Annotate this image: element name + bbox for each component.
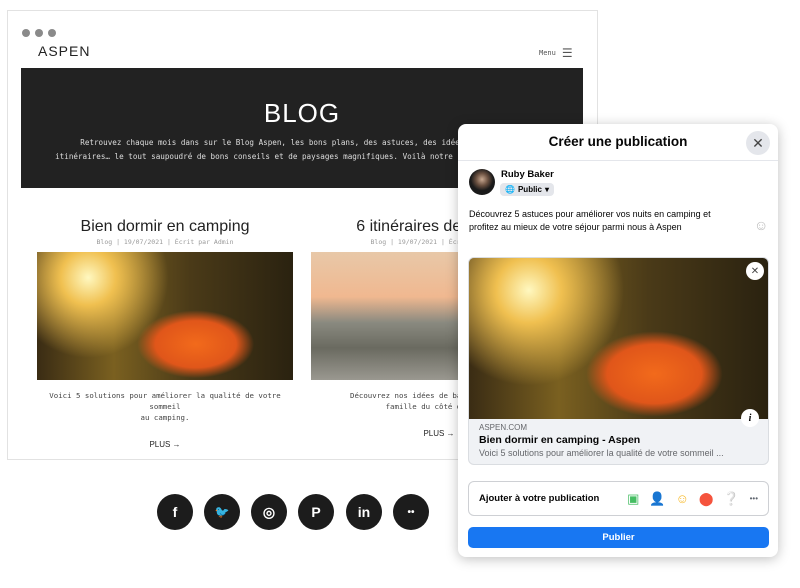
window-dot [22, 29, 30, 37]
user-name: Ruby Baker [501, 169, 554, 180]
window-dot [35, 29, 43, 37]
link-desc: Voici 5 solutions pour améliorer la qual… [479, 448, 724, 458]
add-to-post-bar: Ajouter à votre publication ▣ 👤 ☺ ⬤ ❔ ••… [468, 481, 769, 516]
post-image[interactable] [37, 252, 293, 380]
globe-icon: 🌐 [505, 185, 515, 194]
post-desc: Voici 5 solutions pour améliorer la qual… [49, 391, 281, 422]
link-title: Bien dormir en camping - Aspen [479, 434, 641, 446]
close-button[interactable]: ✕ [746, 131, 770, 155]
menu-label: Menu [539, 49, 556, 57]
post-meta: Blog | 19/07/2021 | Écrit par Admin [96, 238, 234, 246]
linkedin-icon[interactable]: in [346, 494, 382, 530]
question-icon[interactable]: ❔ [723, 491, 739, 507]
flickr-icon[interactable]: •• [393, 494, 429, 530]
audience-label: Public [517, 185, 542, 194]
window-dot [48, 29, 56, 37]
emoji-icon[interactable]: ☺ [754, 217, 768, 233]
photo-icon[interactable]: ▣ [627, 491, 639, 507]
close-icon: ✕ [752, 134, 764, 151]
publish-button[interactable]: Publier [468, 527, 769, 548]
location-icon[interactable]: ⬤ [699, 491, 714, 507]
post-card: Bien dormir en camping Blog | 19/07/2021… [37, 218, 293, 449]
more-link[interactable]: PLUS → [37, 440, 293, 449]
link-preview[interactable]: ✕ i ASPEN.COM Bien dormir en camping - A… [468, 257, 769, 465]
tag-people-icon[interactable]: 👤 [649, 491, 665, 507]
remove-preview-button[interactable]: ✕ [746, 262, 764, 280]
menu-button[interactable]: Menu ☰ [539, 46, 573, 60]
post-text-input[interactable]: Découvrez 5 astuces pour améliorer vos n… [469, 208, 711, 233]
create-post-dialog: Créer une publication ✕ Ruby Baker 🌐 Publ… [458, 124, 778, 557]
dialog-title: Créer une publication [548, 134, 688, 149]
hamburger-icon: ☰ [561, 46, 573, 60]
post-title[interactable]: Bien dormir en camping [37, 218, 293, 236]
feeling-icon[interactable]: ☺ [676, 491, 689, 506]
more-icon[interactable]: ••• [750, 494, 758, 503]
instagram-icon[interactable]: ◎ [251, 494, 287, 530]
site-logo[interactable]: ASPEN [38, 43, 90, 59]
close-icon: ✕ [750, 265, 760, 277]
facebook-icon[interactable]: f [157, 494, 193, 530]
caret-down-icon: ▾ [544, 185, 549, 194]
preview-image [469, 258, 768, 419]
twitter-icon[interactable]: 🐦 [204, 494, 240, 530]
info-icon[interactable]: i [741, 409, 759, 427]
avatar [469, 169, 495, 195]
link-domain: ASPEN.COM [479, 423, 528, 432]
audience-selector[interactable]: 🌐 Public ▾ [500, 183, 554, 196]
add-to-post-label: Ajouter à votre publication [479, 493, 600, 504]
divider [458, 160, 778, 161]
pinterest-icon[interactable]: P [298, 494, 334, 530]
